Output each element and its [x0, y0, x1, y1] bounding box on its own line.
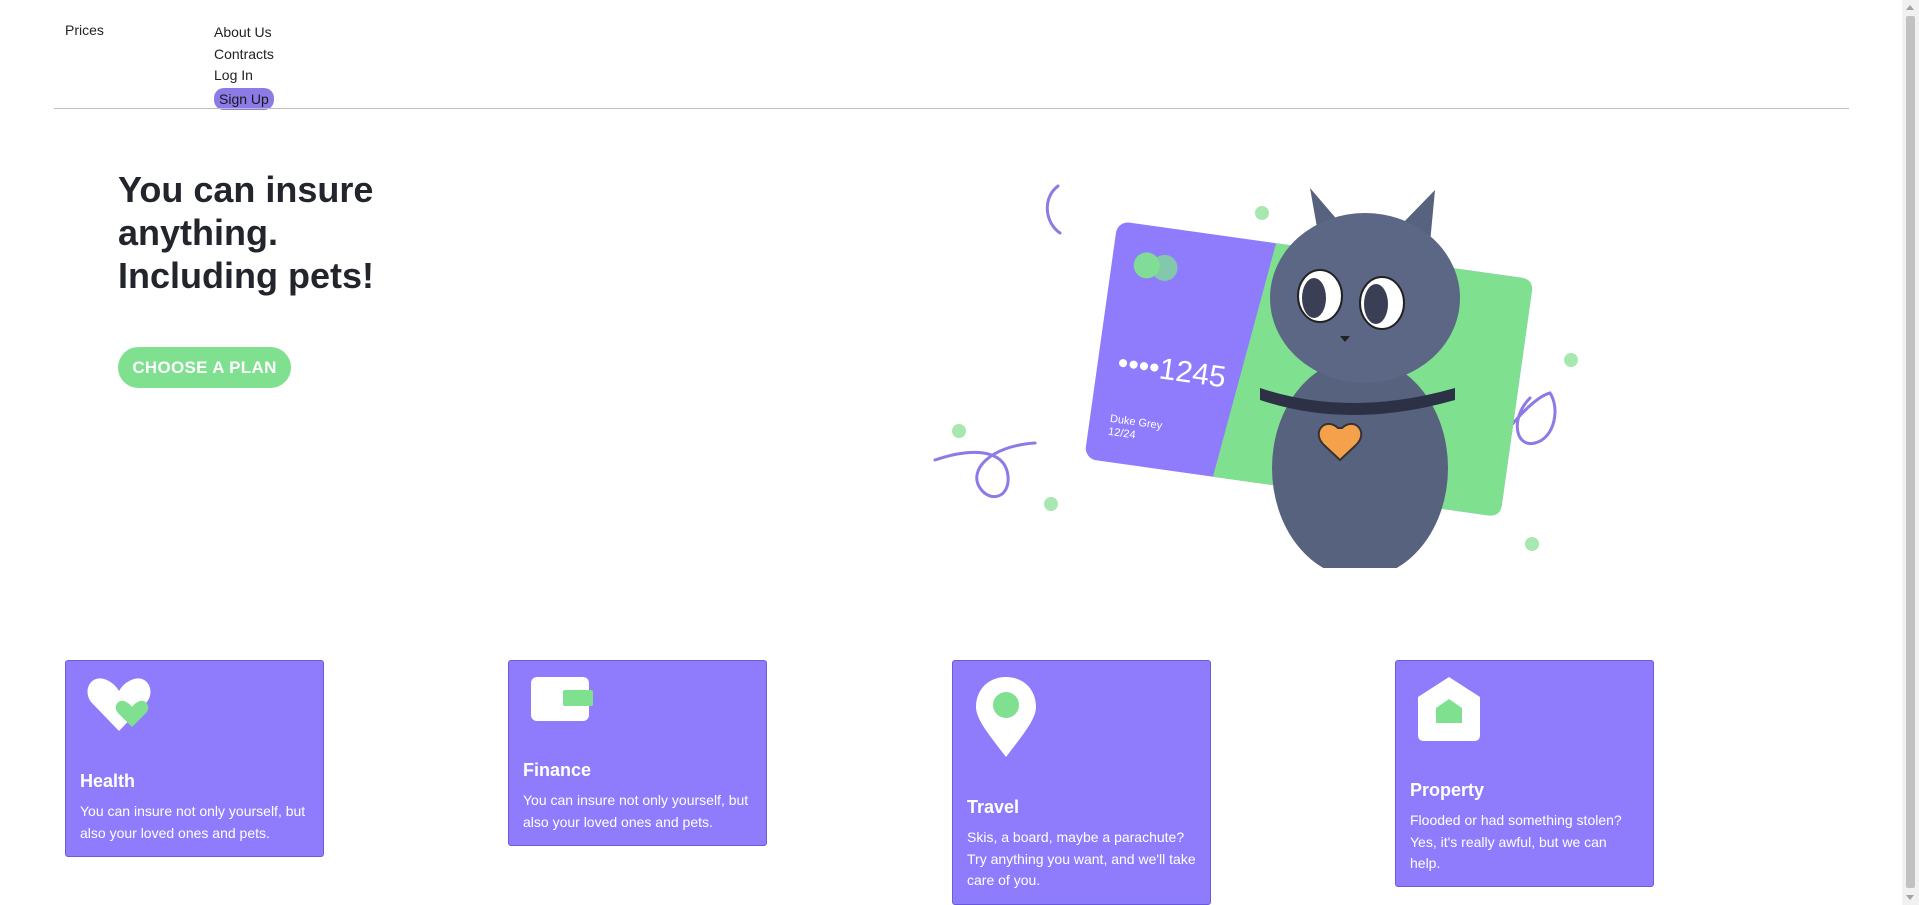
feature-card-health[interactable]: Health You can insure not only yourself,… [65, 660, 324, 857]
card-title: Travel [967, 797, 1020, 817]
card-text: Flooded or had something stolen? Yes, it… [1410, 812, 1622, 871]
page: Prices About Us Contracts Log In Sign Up… [0, 0, 1919, 905]
card-title: Property [1410, 780, 1485, 800]
header-divider [54, 108, 1849, 109]
squiggle-decoration [1045, 184, 1062, 235]
vertical-scrollbar[interactable] [1902, 0, 1919, 905]
house-icon [1418, 677, 1480, 741]
card-title: Health [80, 771, 136, 791]
hero-title-line: Including pets! [118, 255, 374, 296]
wallet-icon [531, 677, 593, 721]
card-text: You can insure not only yourself, but al… [523, 792, 749, 830]
location-pin-icon [976, 677, 1036, 757]
nav-link-about[interactable]: About Us [214, 22, 274, 44]
card-title: Finance [523, 760, 592, 780]
feature-card-finance[interactable]: Finance You can insure not only yourself… [508, 660, 767, 846]
dot-decoration [1564, 353, 1578, 367]
nav-link-login[interactable]: Log In [214, 65, 274, 87]
card-text: Skis, a board, maybe a parachute? Try an… [967, 829, 1196, 888]
dot-decoration [1525, 537, 1539, 551]
dot-decoration [1255, 206, 1269, 220]
dot-decoration [952, 424, 966, 438]
nav-signup-button[interactable]: Sign Up [214, 87, 274, 110]
scroll-thumb[interactable] [1906, 16, 1915, 888]
nav-link-prices[interactable]: Prices [65, 22, 104, 38]
dot-decoration [1044, 497, 1058, 511]
scroll-up-arrow-icon[interactable] [1906, 5, 1914, 10]
scroll-down-arrow-icon[interactable] [1906, 895, 1914, 900]
squiggle-decoration [933, 441, 1037, 499]
hero-title-line: You can insure [118, 169, 374, 210]
feature-card-property[interactable]: Property Flooded or had something stolen… [1395, 660, 1654, 887]
hero-title-line: anything. [118, 212, 278, 253]
hero-illustration: ••••1245 Duke Grey 12/24 [933, 184, 1578, 568]
heart-icon [87, 678, 151, 731]
card-text: You can insure not only yourself, but al… [80, 803, 306, 841]
hero-title: You can insure anything. Including pets! [118, 168, 374, 297]
choose-plan-button[interactable]: CHOOSE A PLAN [118, 347, 291, 388]
feature-card-travel[interactable]: Travel Skis, a board, maybe a parachute?… [952, 660, 1211, 905]
nav-link-contracts[interactable]: Contracts [214, 44, 274, 66]
nav-menu: About Us Contracts Log In Sign Up [214, 22, 274, 110]
